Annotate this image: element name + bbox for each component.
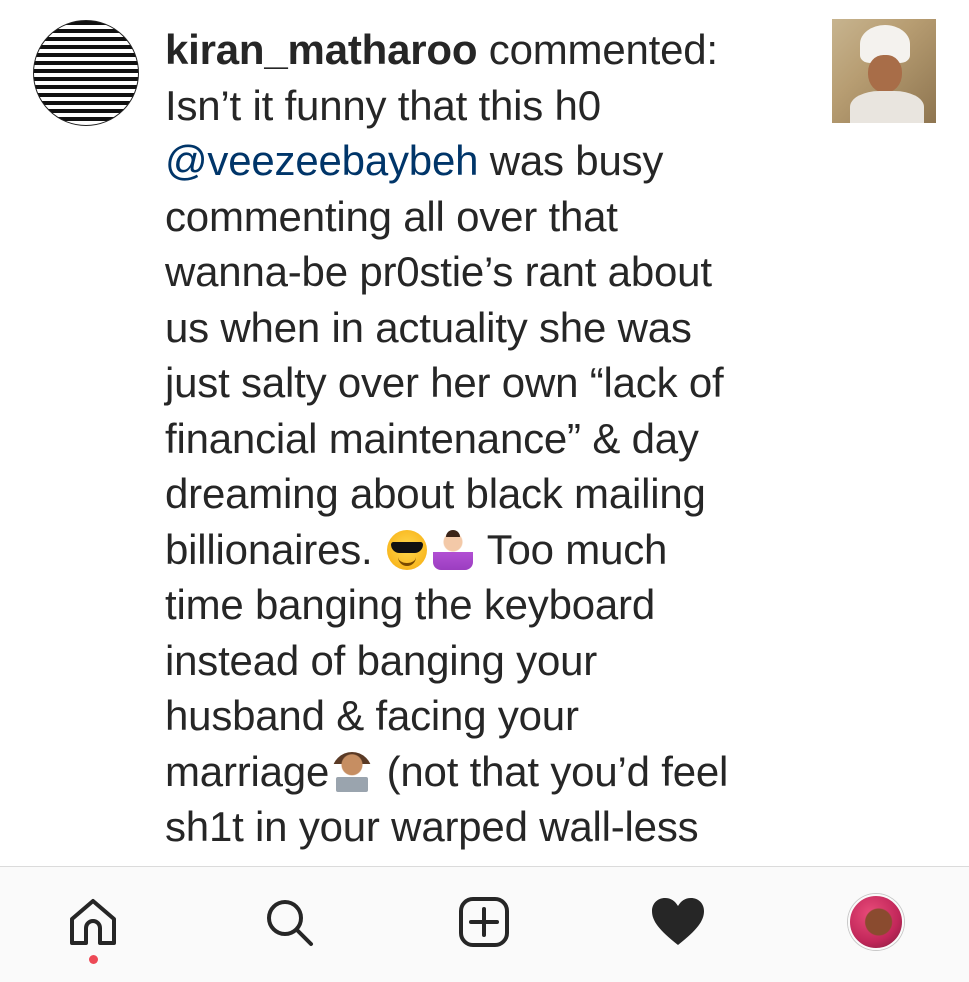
- comment-line-text: was busy: [478, 137, 664, 184]
- heart-icon: [652, 898, 704, 945]
- home-icon: [70, 899, 116, 945]
- mention-link[interactable]: @veezeebaybeh: [165, 137, 478, 184]
- notification-dot: [89, 955, 98, 964]
- technologist-emoji: [332, 751, 373, 792]
- add-icon: [459, 897, 509, 947]
- comment-line: sh1t in your warped wall-less: [165, 803, 699, 850]
- comment-line: husband & facing your: [165, 692, 579, 739]
- tab-activity[interactable]: [618, 867, 738, 977]
- comment-line: wanna-be pr0stie’s rant about: [165, 248, 712, 295]
- comment-text: kiran_matharoo commented: Isn’t it funny…: [165, 22, 805, 855]
- comment-action: commented:: [477, 26, 718, 73]
- comment-line: instead of banging your: [165, 636, 598, 684]
- comment-line: Isn’t it funny that this h0: [165, 81, 601, 129]
- comment-notification[interactable]: kiran_matharoo commented: Isn’t it funny…: [0, 0, 969, 866]
- thumbnail-face: [868, 55, 902, 93]
- comment-line: commenting all over that: [165, 192, 618, 240]
- profile-avatar: [848, 894, 904, 950]
- username-link[interactable]: kiran_matharoo: [165, 26, 478, 73]
- tab-profile[interactable]: [816, 867, 936, 977]
- comment-line: @veezeebaybeh was busy: [165, 133, 805, 189]
- post-thumbnail[interactable]: [832, 19, 936, 123]
- comment-line: us when in actuality she was: [165, 303, 692, 351]
- person-shrugging-emoji: [433, 529, 473, 570]
- search-icon: [267, 900, 313, 946]
- comment-line: financial maintenance” & day: [165, 414, 699, 462]
- comment-line: just salty over her own “lack of: [165, 359, 724, 406]
- comment-line-text: billionaires.: [165, 525, 373, 573]
- comment-line: kiran_matharoo commented:: [165, 22, 805, 78]
- comment-line: billionaires. Too much: [165, 522, 805, 578]
- tab-search[interactable]: [229, 867, 349, 977]
- smiling-face-with-sunglasses-emoji: [387, 529, 427, 570]
- bottom-tab-bar: [0, 866, 969, 982]
- comment-line-text: marriage: [165, 747, 330, 795]
- commenter-avatar[interactable]: [33, 20, 139, 126]
- comment-line-text: (not that you’d feel: [375, 747, 729, 795]
- tab-new-post[interactable]: [424, 867, 544, 977]
- comment-line: time banging the keyboard: [165, 581, 655, 628]
- comment-line: marriage (not that you’d feel: [165, 744, 805, 800]
- thumbnail-body: [850, 91, 924, 123]
- comment-line: dreaming about black mailing: [165, 470, 706, 517]
- comment-line-text: Too much: [476, 525, 668, 573]
